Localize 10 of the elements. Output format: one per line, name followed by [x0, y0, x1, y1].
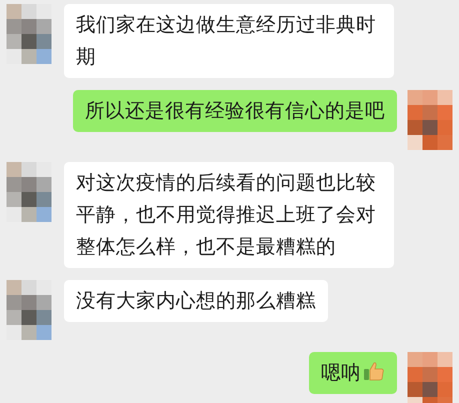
avatar	[407, 90, 453, 150]
message-bubble: 没有大家内心想的那么糟糕	[64, 280, 328, 322]
avatar	[6, 4, 52, 64]
message-bubble: 所以还是很有经验很有信心的是吧	[73, 90, 397, 132]
avatar	[6, 162, 52, 222]
message-bubble: 我们家在这边做生意经历过非典时期	[64, 4, 394, 78]
avatar	[6, 280, 52, 340]
message-bubble: 嗯呐	[309, 352, 397, 394]
avatar	[407, 352, 453, 403]
message-bubble: 对这次疫情的后续看的问题也比较平静，也不用觉得推迟上班了会对整体怎么样，也不是最糟糕的	[64, 162, 394, 268]
